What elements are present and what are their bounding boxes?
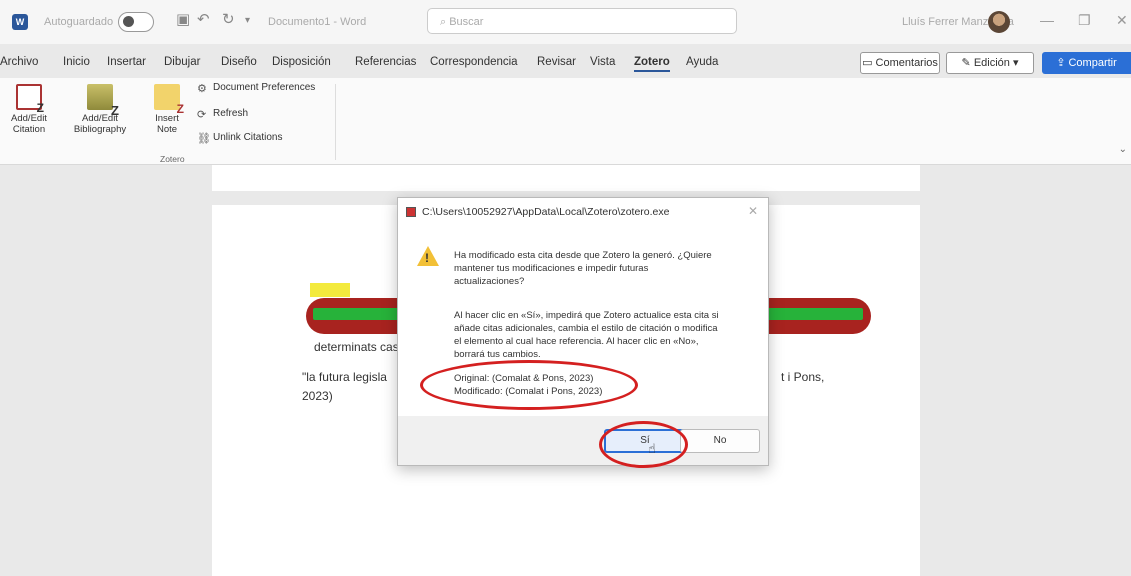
minimize-icon[interactable]: — — [1040, 12, 1054, 28]
save-icon[interactable]: ▣ — [176, 10, 190, 28]
dialog-info-line-3: el elemento al cual hace referencia. Al … — [454, 336, 699, 347]
pencil-icon: ✎ — [961, 57, 974, 69]
dialog-info-line-1: Al hacer clic en «Sí», impedirá que Zote… — [454, 310, 719, 321]
dialog-message-line-1: Ha modificado esta cita desde que Zotero… — [454, 250, 712, 261]
comments-button[interactable]: ▭ Comentarios — [860, 52, 940, 74]
insert-note-button[interactable]: Insert Note — [150, 84, 184, 135]
refresh-button[interactable]: ⟳ Refresh — [197, 108, 248, 121]
word-logo-icon: W — [12, 14, 28, 30]
autosave-toggle[interactable] — [118, 12, 154, 32]
dialog-message-line-3: actualizaciones? — [454, 276, 525, 287]
tab-diseno[interactable]: Diseño — [221, 56, 257, 68]
close-icon[interactable]: ✕ — [1116, 12, 1128, 29]
document-preferences-label: Document Preferences — [213, 82, 316, 93]
add-edit-citation-label-2: Citation — [12, 124, 46, 135]
ribbon-group-divider — [335, 84, 336, 160]
ribbon-zotero: Add/Edit Citation Add/Edit Bibliography … — [0, 78, 1131, 165]
refresh-label: Refresh — [213, 108, 249, 119]
app-icon — [406, 207, 416, 217]
no-button[interactable]: No — [680, 429, 760, 453]
tab-dibujar[interactable]: Dibujar — [164, 56, 200, 68]
document-text-line-2-end: t i Pons, — [781, 370, 825, 384]
dialog-info-line-4: borrará tus cambios. — [454, 349, 541, 360]
gear-icon: ⚙ — [197, 83, 207, 95]
dialog-close-icon[interactable]: ✕ — [748, 204, 758, 218]
warning-exclamation-icon: ! — [425, 251, 429, 265]
annotation-ellipse-yes-button — [599, 421, 688, 468]
comment-icon: ▭ — [862, 57, 876, 69]
highlighted-text — [310, 283, 350, 297]
unlink-icon: ⛓ — [197, 133, 211, 145]
autosave-label: Autoguardado — [44, 16, 114, 28]
tab-ayuda[interactable]: Ayuda — [686, 56, 718, 68]
tab-correspondencia[interactable]: Correspondencia — [430, 56, 518, 68]
chevron-down-icon: ▾ — [1009, 57, 1019, 69]
add-citation-icon — [16, 84, 44, 114]
dialog-title: C:\Users\10052927\AppData\Local\Zotero\z… — [422, 206, 670, 218]
comments-button-label: Comentarios — [875, 57, 938, 69]
share-button[interactable]: ⇪ Compartir — [1042, 52, 1131, 74]
avatar[interactable] — [988, 11, 1010, 33]
editing-mode-button[interactable]: ✎ Edición ▾ — [946, 52, 1034, 74]
add-edit-bibliography-button[interactable]: Add/Edit Bibliography — [66, 84, 134, 135]
unlink-citations-button[interactable]: ⛓ Unlink Citations — [197, 132, 282, 145]
insert-note-label-1: Insert — [155, 113, 179, 124]
add-edit-citation-button[interactable]: Add/Edit Citation — [8, 84, 50, 135]
unlink-citations-label: Unlink Citations — [213, 132, 283, 143]
tab-vista[interactable]: Vista — [590, 56, 615, 68]
customize-quick-access-icon[interactable]: ▾ — [245, 15, 250, 26]
share-icon: ⇪ — [1056, 57, 1069, 69]
document-name[interactable]: Documento1 - Word — [268, 16, 366, 28]
annotation-ellipse-citations — [420, 360, 638, 410]
tab-insertar[interactable]: Insertar — [107, 56, 146, 68]
dialog-info-line-2: añade citas adicionales, cambia el estil… — [454, 323, 718, 334]
undo-icon[interactable]: ↶ — [197, 10, 210, 28]
share-button-label: Compartir — [1068, 57, 1117, 69]
document-text-line-3: 2023) — [302, 389, 333, 403]
document-preferences-button[interactable]: ⚙ Document Preferences — [197, 82, 315, 95]
insert-note-icon — [154, 84, 184, 115]
editing-mode-label: Edición — [973, 57, 1010, 69]
document-text-line-2-start: "la futura legisla — [302, 370, 387, 384]
refresh-icon: ⟳ — [197, 109, 207, 121]
tab-inicio[interactable]: Inicio — [63, 56, 90, 68]
search-icon: ⌕ — [440, 16, 450, 28]
document-text-line-1: determinats cas — [314, 340, 399, 354]
dialog-message-line-2: mantener tus modificaciones e impedir fu… — [454, 263, 649, 274]
collapse-ribbon-chevron-icon[interactable]: ⌄ — [1119, 144, 1127, 155]
ribbon-group-label: Zotero — [160, 154, 185, 164]
redo-icon[interactable]: ↻ — [222, 10, 235, 28]
tab-zotero[interactable]: Zotero — [634, 56, 670, 72]
tab-referencias[interactable]: Referencias — [355, 56, 416, 68]
insert-note-label-2: Note — [156, 124, 178, 135]
tab-revisar[interactable]: Revisar — [537, 56, 576, 68]
search-input[interactable]: ⌕ Buscar — [427, 8, 737, 34]
dialog-title-bar: C:\Users\10052927\AppData\Local\Zotero\z… — [398, 198, 768, 226]
title-bar: W Autoguardado ▣ ↶ ↻ ▾ Documento1 - Word… — [0, 0, 1131, 44]
bibliography-icon — [87, 84, 119, 116]
search-placeholder: Buscar — [449, 16, 484, 28]
tab-archivo[interactable]: Archivo — [0, 56, 38, 68]
previous-page — [212, 165, 920, 191]
add-edit-bibliography-label-2: Bibliography — [73, 124, 127, 135]
tab-disposicion[interactable]: Disposición — [272, 56, 331, 68]
restore-icon[interactable]: ❐ — [1078, 12, 1091, 29]
zotero-modified-citation-dialog: C:\Users\10052927\AppData\Local\Zotero\z… — [397, 197, 769, 466]
